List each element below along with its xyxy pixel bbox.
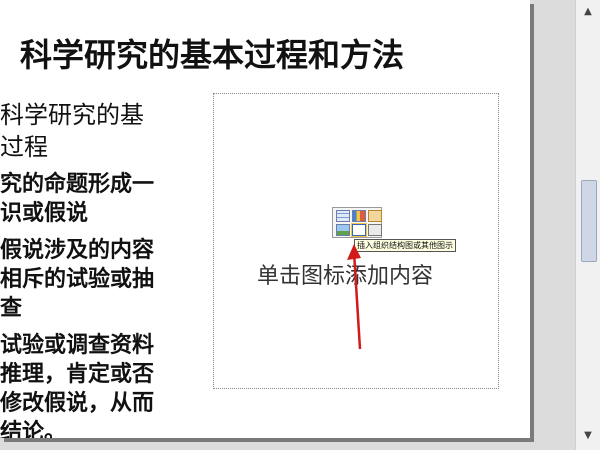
bullet-line: 推理，肯定或否 — [0, 362, 155, 387]
clip-art-icon[interactable] — [368, 210, 382, 222]
bullet-line: 查 — [0, 296, 23, 321]
table-icon[interactable] — [336, 210, 350, 222]
bullet-line: 识或假说 — [0, 201, 89, 226]
red-arrow-icon — [347, 244, 362, 350]
bullet-line: 结论。 — [0, 420, 67, 438]
vertical-scrollbar[interactable]: ▲ ▼ — [575, 0, 600, 450]
chart-icon[interactable] — [352, 210, 366, 222]
picture-icon[interactable] — [336, 224, 350, 236]
bullet-line: 试验或调查资料 — [0, 333, 155, 358]
slide-title[interactable]: 科学研究的基本过程和方法 — [20, 30, 520, 76]
media-icon[interactable] — [368, 224, 382, 236]
insert-content-icon-grid — [332, 207, 382, 238]
slide-editing-area: 科学研究的基本过程和方法 科学研究的基 过程 究的命题形成一 识或假说 假说涉及… — [0, 0, 575, 450]
bullet-line: 修改假说，从而 — [0, 391, 155, 416]
bullet-line: 科学研究的基 — [0, 101, 144, 129]
scroll-up-icon[interactable]: ▲ — [582, 6, 594, 18]
content-text-box[interactable]: 科学研究的基 过程 究的命题形成一 识或假说 假说涉及的内容 相斥的试验或抽 查… — [0, 98, 205, 438]
content-placeholder[interactable]: 单击图标添加内容 插入组织结构图或其他图示 — [213, 93, 499, 389]
bullet-line: 究的命题形成一 — [0, 172, 155, 197]
org-chart-icon[interactable] — [351, 223, 367, 237]
slide[interactable]: 科学研究的基本过程和方法 科学研究的基 过程 究的命题形成一 识或假说 假说涉及… — [0, 0, 530, 438]
bullet-line: 过程 — [0, 133, 48, 161]
bullet-line: 相斥的试验或抽 — [0, 267, 155, 292]
scrollbar-thumb[interactable] — [581, 180, 597, 262]
bullet-line: 假说涉及的内容 — [0, 238, 155, 263]
scroll-down-icon[interactable]: ▼ — [582, 430, 594, 442]
